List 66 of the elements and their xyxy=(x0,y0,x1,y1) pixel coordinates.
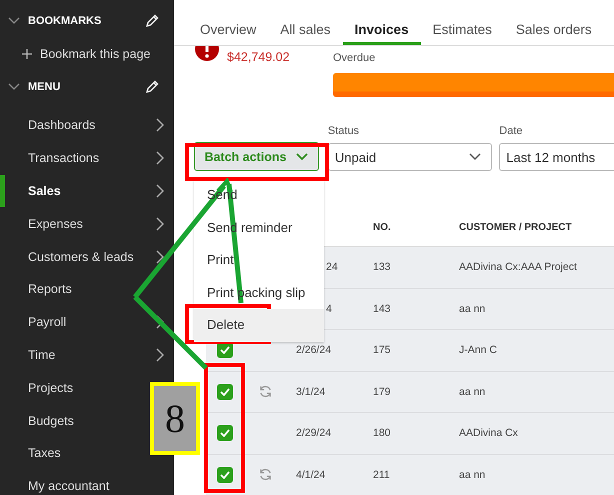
dropdown-field[interactable]: Unpaid xyxy=(328,143,492,171)
table-cell-text: 180 xyxy=(373,427,392,440)
menu-item[interactable]: Taxes xyxy=(0,436,61,470)
overdue-label: Overdue xyxy=(333,52,376,66)
table-cell-text: 179 xyxy=(373,386,392,398)
menu-item[interactable]: Sales xyxy=(0,174,174,208)
table-cell: 2/26/24 xyxy=(296,344,332,356)
chevron-down-icon xyxy=(469,153,482,161)
table-cell-text: 133 xyxy=(373,261,392,274)
menu-item[interactable]: Transactions xyxy=(0,142,174,175)
table-row[interactable]: 2/26/24 175 J-Ann C xyxy=(206,330,614,372)
menu-item[interactable]: Time xyxy=(0,338,174,372)
column-header[interactable]: NO. xyxy=(373,222,459,232)
checkmark-icon xyxy=(220,429,230,438)
table-cell: AADivina Cx xyxy=(459,427,518,440)
table-cell: 4 xyxy=(326,302,332,315)
tab[interactable]: Overview xyxy=(188,0,268,45)
table-row[interactable]: 3/1/24 179 aa nn xyxy=(206,372,614,413)
filter-label: Status xyxy=(328,125,360,137)
table-cell-text: 211 xyxy=(373,468,391,481)
checkbox[interactable] xyxy=(217,384,233,400)
checkmark-icon xyxy=(220,388,230,396)
step-number: 8 xyxy=(150,382,200,455)
column-header[interactable]: CUSTOMER / PROJECT xyxy=(459,222,572,232)
tab[interactable]: Estimates xyxy=(420,0,504,45)
table-cell: 3/1/24 xyxy=(296,386,326,398)
checkbox[interactable] xyxy=(217,466,233,483)
table-row[interactable]: 4/1/24 211 aa nn xyxy=(206,454,614,495)
filter-label: Date xyxy=(499,125,524,137)
menu-item[interactable]: Budgets xyxy=(0,404,74,437)
table-cell: aa nn xyxy=(459,386,486,398)
checkbox[interactable] xyxy=(217,425,233,442)
menu-option[interactable]: Delete xyxy=(194,309,324,342)
menu-item[interactable]: My accountant xyxy=(0,470,110,495)
table-cell: 24 xyxy=(326,261,338,274)
pencil-icon[interactable] xyxy=(145,80,159,94)
table-row[interactable]: 2/29/24 180 AADivina Cx xyxy=(206,413,614,454)
table-cell-text: 143 xyxy=(373,302,392,315)
overdue-amount: $42,749.02 xyxy=(227,50,290,64)
table-cell-text: 175 xyxy=(373,344,392,356)
section-title: MENU xyxy=(28,80,62,92)
chevron-down-icon[interactable] xyxy=(8,82,20,90)
menu-item[interactable]: Customers & leads xyxy=(0,240,174,273)
menu-item[interactable]: Dashboards xyxy=(0,109,174,142)
table-cell: 4/1/24 xyxy=(296,468,326,481)
tab[interactable]: Sales orders xyxy=(504,0,604,45)
pencil-icon[interactable] xyxy=(145,14,159,28)
menu-item[interactable]: Payroll xyxy=(0,306,174,339)
table-cell: aa nn xyxy=(459,468,486,481)
chevron-down-icon[interactable] xyxy=(8,16,20,24)
bookmark-link[interactable]: Bookmark this page xyxy=(0,43,174,64)
menu-item[interactable]: Projects xyxy=(0,371,74,404)
dropdown-field[interactable]: Last 12 months xyxy=(499,143,614,171)
table-cell: AADivina Cx:AAA Project xyxy=(459,261,577,274)
tab[interactable]: Invoices xyxy=(342,0,421,45)
table-cell: aa nn xyxy=(459,302,486,315)
plus-icon xyxy=(22,48,32,58)
tab[interactable]: All sales xyxy=(268,0,343,45)
menu-item[interactable]: Reports xyxy=(0,272,72,306)
checkmark-icon xyxy=(220,346,230,354)
chevron-down-icon xyxy=(296,152,308,160)
table-cell: 2/29/24 xyxy=(296,427,332,440)
checkmark-icon xyxy=(220,470,230,479)
menu-item[interactable]: Expenses xyxy=(0,207,174,240)
section-title: BOOKMARKS xyxy=(28,14,102,26)
table-cell: J-Ann C xyxy=(459,344,497,356)
